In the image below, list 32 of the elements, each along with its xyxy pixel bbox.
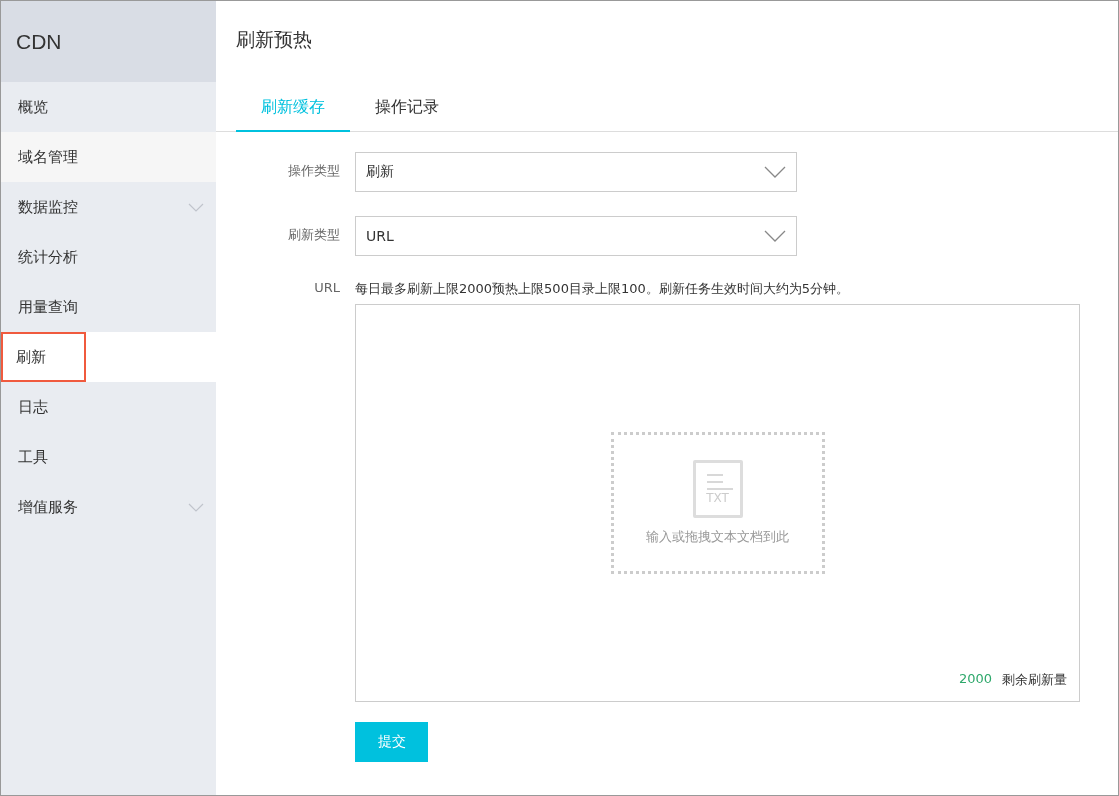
remaining-count: 2000 — [958, 671, 992, 688]
sidebar-item-label: 数据监控 — [17, 196, 79, 218]
sidebar-item[interactable]: 域名管理 — [1, 132, 216, 182]
remaining-label: 剩余刷新量 — [1002, 671, 1067, 689]
sidebar-item[interactable]: 统计分析 — [1, 232, 216, 282]
select-field[interactable]: 刷新 — [355, 152, 797, 192]
tab[interactable]: 操作记录 — [350, 85, 464, 132]
sidebar-title: CDN — [16, 29, 62, 54]
sidebar-item-label: 用量查询 — [17, 296, 79, 318]
field-label: 操作类型 — [287, 162, 341, 180]
sidebar-item-label: 工具 — [17, 446, 49, 468]
sidebar-item[interactable]: 工具 — [1, 432, 216, 482]
sidebar-item-label: 域名管理 — [17, 146, 79, 168]
sidebar-item[interactable]: 增值服务 — [1, 482, 216, 532]
chevron-down-icon — [764, 230, 786, 242]
select-field[interactable]: URL — [355, 216, 797, 256]
chevron-down-icon — [764, 166, 786, 178]
drop-zone-text: 输入或拖拽文本文档到此 — [646, 528, 789, 546]
sidebar-item-label: 统计分析 — [17, 246, 79, 268]
sidebar-item[interactable]: 日志 — [1, 382, 216, 432]
hint-text: 每日最多刷新上限2000预热上限500目录上限100。刷新任务生效时间大约为5分钟。 — [355, 280, 850, 298]
sidebar-item[interactable]: 数据监控 — [1, 182, 216, 232]
sidebar-item-label: 概览 — [17, 96, 49, 118]
sidebar-item-label: 日志 — [17, 396, 49, 418]
page-title: 刷新预热 — [236, 27, 313, 52]
sidebar-item-label: 增值服务 — [17, 496, 79, 518]
sidebar-item[interactable]: 刷新 — [1, 332, 216, 382]
field-label: 刷新类型 — [287, 226, 341, 244]
field-label: URL — [313, 280, 341, 295]
sidebar-item[interactable]: 概览 — [1, 82, 216, 132]
sidebar-item[interactable]: 用量查询 — [1, 282, 216, 332]
sidebar-item-label: 刷新 — [1, 332, 86, 382]
